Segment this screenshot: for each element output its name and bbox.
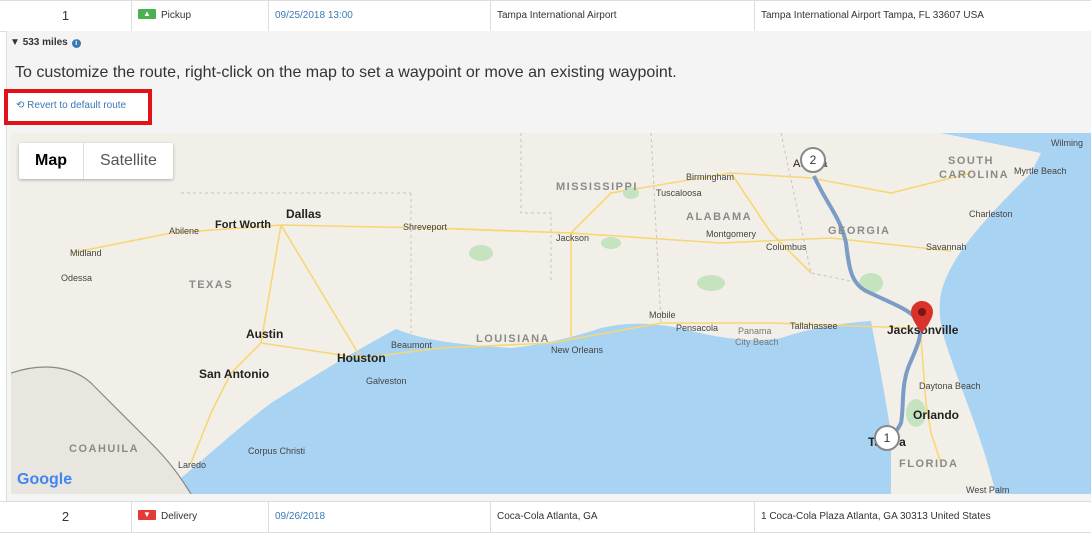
map-label: TEXAS — [189, 279, 234, 291]
map-label: Daytona Beach — [919, 381, 981, 391]
map-label: New Orleans — [551, 345, 604, 355]
map-label: Midland — [70, 248, 102, 258]
map-label: Galveston — [366, 376, 407, 386]
route-distance: 533 miles — [22, 37, 68, 48]
map-label: Wilming — [1051, 138, 1084, 148]
stop-address: 1 Coca-Cola Plaza Atlanta, GA 30313 Unit… — [754, 502, 1091, 532]
map-label: SOUTH — [948, 155, 994, 167]
route-map[interactable]: Wilming SOUTH CAROLINA Myrtle Beach Char… — [11, 133, 1091, 494]
map-label: Panama — [738, 326, 772, 336]
google-logo-text: Google — [17, 471, 73, 488]
map-label: San Antonio — [199, 367, 270, 381]
map-label: Odessa — [61, 273, 93, 283]
arrow-down-icon: ▼ — [138, 510, 156, 521]
stop-date-link[interactable]: 09/26/2018 — [268, 502, 490, 532]
info-icon[interactable]: i — [71, 39, 81, 48]
map-label: Mobile — [649, 310, 676, 320]
map-label: Birmingham — [686, 172, 735, 182]
map-label: Orlando — [913, 408, 960, 422]
map-label: Houston — [337, 351, 386, 365]
revert-route-button[interactable]: ⟲ Revert to default route — [16, 100, 126, 111]
map-label: CAROLINA — [939, 169, 1010, 181]
arrow-up-icon: ▲ — [138, 9, 156, 20]
map-type-map-button[interactable]: Map — [19, 143, 84, 179]
map-label: Fort Worth — [215, 219, 272, 231]
map-type-control: Map Satellite — [19, 143, 173, 179]
route-help-text: To customize the route, right-click on t… — [15, 64, 677, 81]
stop-row-1: 1 ▲ Pickup 09/25/2018 13:00 Tampa Interna… — [0, 0, 1091, 32]
stop-location: Tampa International Airport — [490, 1, 754, 31]
map-label: Austin — [246, 327, 284, 341]
map-label: Jackson — [556, 233, 590, 243]
stop-address: Tampa International Airport Tampa, FL 33… — [754, 1, 1091, 31]
map-label: COAHUILA — [69, 443, 140, 455]
map-label: Abilene — [169, 226, 200, 236]
map-label: Corpus Christi — [248, 446, 306, 456]
map-label: Tallahassee — [790, 321, 838, 331]
map-label: Pensacola — [676, 323, 719, 333]
stop-type-label: Delivery — [161, 511, 198, 522]
revert-route-label: Revert to default route — [27, 100, 127, 111]
map-label: LOUISIANA — [476, 333, 550, 345]
route-distance-toggle[interactable]: ▼ 533 miles i — [10, 37, 81, 48]
stop-number: 1 — [61, 8, 70, 23]
map-label: Tuscaloosa — [656, 188, 702, 198]
stop-number: 2 — [61, 509, 70, 524]
map-label: FLORIDA — [899, 458, 959, 470]
map-label: ALABAMA — [686, 211, 753, 223]
map-label: Laredo — [178, 460, 207, 470]
map-label: Columbus — [766, 242, 807, 252]
map-label: Beaumont — [391, 340, 433, 350]
google-logo[interactable]: Google — [17, 471, 72, 489]
map-label: Shreveport — [403, 222, 448, 232]
map-label: GEORGIA — [828, 225, 891, 237]
map-label: Charleston — [969, 209, 1013, 219]
stop-row-2: 2 ▼ Delivery 09/26/2018 Coca-Cola Atlanta… — [0, 501, 1091, 533]
stop-type: ▼ Delivery — [131, 502, 268, 532]
atlantic-ocean — [939, 133, 1091, 494]
map-label: West Palm — [966, 485, 1010, 494]
waypoint-1-marker[interactable]: 1 — [874, 425, 900, 451]
map-label: Montgomery — [706, 229, 757, 239]
revert-highlight: ⟲ Revert to default route — [4, 89, 152, 125]
location-pin-icon[interactable] — [911, 301, 933, 333]
stop-type: ▲ Pickup — [131, 1, 268, 31]
map-label: Savannah — [926, 242, 967, 252]
state-borders — [181, 133, 862, 333]
stop-type-label: Pickup — [161, 10, 192, 21]
waypoint-2-marker[interactable]: 2 — [800, 147, 826, 173]
undo-icon: ⟲ — [16, 100, 25, 111]
map-label: MISSISSIPPI — [556, 181, 638, 193]
stop-location: Coca-Cola Atlanta, GA — [490, 502, 754, 532]
map-label: Dallas — [286, 207, 322, 221]
map-label: Myrtle Beach — [1014, 166, 1067, 176]
map-label: City Beach — [735, 337, 779, 347]
map-type-satellite-button[interactable]: Satellite — [84, 143, 173, 179]
stop-date-link[interactable]: 09/25/2018 13:00 — [268, 1, 490, 31]
